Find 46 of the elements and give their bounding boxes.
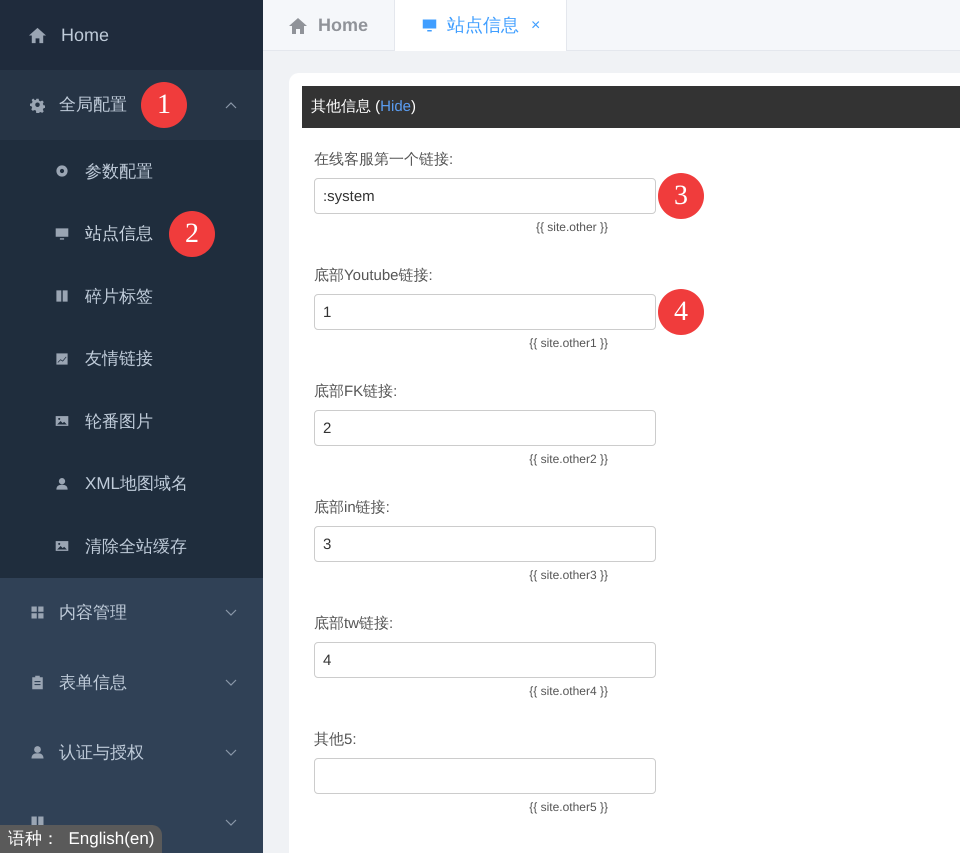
field-label: 在线客服第一个链接: — [314, 150, 454, 170]
hide-link[interactable]: Hide — [380, 98, 412, 115]
image-icon — [55, 414, 69, 428]
field-hint: {{ site.other2 }} — [529, 451, 608, 467]
field-label: 底部FK链接: — [314, 382, 398, 402]
chevron-down-icon — [225, 818, 237, 826]
chevron-down-icon — [225, 608, 237, 616]
number-marker: 1 — [141, 82, 187, 128]
chevron-down-icon — [225, 678, 237, 686]
field-label: 底部tw链接: — [314, 614, 394, 634]
input-field[interactable]: 1 — [314, 294, 656, 330]
input-field[interactable]: 2 — [314, 410, 656, 446]
input-field[interactable]: 4 — [314, 642, 656, 678]
input-field[interactable] — [314, 758, 656, 794]
circle-icon — [55, 164, 69, 178]
number-marker: 4 — [658, 289, 704, 335]
field-hint: {{ site.other1 }} — [529, 335, 608, 351]
field-label: 底部in链接: — [314, 498, 391, 518]
number-marker: 2 — [169, 210, 215, 257]
home-icon — [28, 26, 47, 44]
clipboard-icon — [30, 675, 45, 690]
menu-group-header[interactable]: 全局配置 1 — [0, 70, 263, 140]
user-icon — [55, 476, 69, 491]
field-hint: {{ site.other }} — [536, 219, 608, 235]
input-field[interactable]: 3 — [314, 526, 656, 562]
chevron-up-icon — [225, 101, 237, 109]
field-hint: {{ site.other3 }} — [529, 567, 608, 583]
user-icon — [30, 745, 45, 760]
field-hint: {{ site.other5 }} — [529, 799, 608, 815]
chart-icon — [55, 352, 69, 366]
monitor-icon — [422, 18, 438, 33]
section-title: 其他信息 (Hide) — [311, 96, 416, 117]
chevron-down-icon — [225, 748, 237, 756]
field-label: 其他5: — [314, 730, 358, 750]
monitor-icon — [55, 226, 69, 241]
gear-icon — [30, 98, 45, 112]
number-marker: 3 — [658, 173, 704, 219]
field-hint: {{ site.other4 }} — [529, 683, 608, 699]
home-icon — [288, 16, 308, 36]
field-label: 底部Youtube链接: — [314, 266, 434, 286]
input-field[interactable]: :system — [314, 178, 656, 214]
sidebar-item[interactable]: Home — [0, 0, 263, 70]
grid-icon — [30, 605, 45, 620]
image-icon — [55, 539, 69, 554]
book-icon — [55, 289, 69, 304]
language-badge[interactable]: 语种： English(en) — [0, 825, 162, 853]
